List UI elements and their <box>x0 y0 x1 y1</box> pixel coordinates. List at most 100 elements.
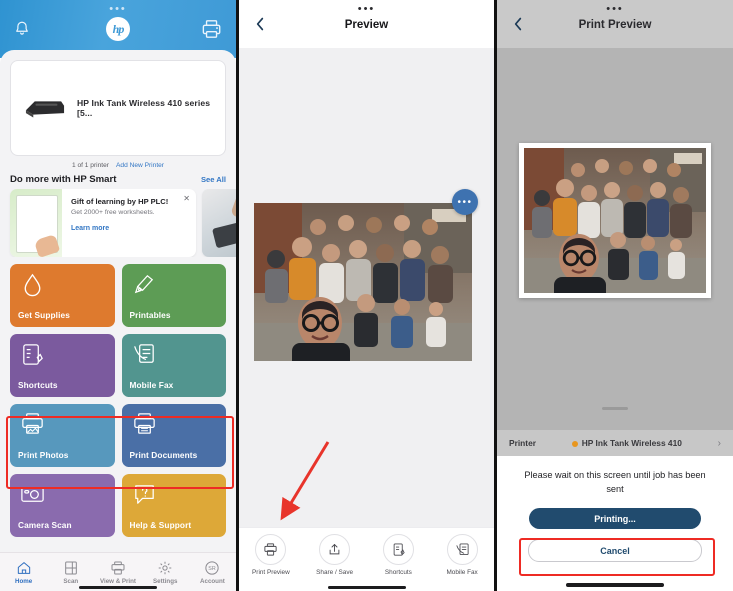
printer-icon[interactable] <box>201 19 223 39</box>
camera-icon <box>21 487 44 502</box>
tile-print-documents[interactable]: Print Documents <box>121 404 226 467</box>
print-doc-icon <box>133 413 155 434</box>
tile-label: Printables <box>129 310 171 320</box>
section-title: Do more with HP Smart <box>10 174 117 185</box>
chevron-right-icon[interactable]: › <box>718 438 721 449</box>
tile-label: Shortcuts <box>18 380 58 390</box>
panel-hp-smart-home: ••• hp HP Ink Tank Wireless 410 series [… <box>0 0 236 591</box>
tile-mobile-fax[interactable]: Mobile Fax <box>121 334 226 397</box>
tab-account[interactable]: SR Account <box>189 553 236 591</box>
three-panel-screenshot: ••• hp HP Ink Tank Wireless 410 series [… <box>0 0 733 591</box>
see-all-link[interactable]: See All <box>201 175 226 184</box>
tab-home[interactable]: Home <box>0 553 47 591</box>
feature-tiles: Get Supplies Printables Shortcuts Mobile… <box>0 257 236 537</box>
printer-name: HP Ink Tank Wireless 410 series [5... <box>77 98 211 118</box>
share-icon <box>319 534 351 565</box>
promo-carousel: Gift of learning by HP PLC! Get 2000+ fr… <box>0 189 236 257</box>
sheet-grabber[interactable] <box>602 407 628 410</box>
home-indicator <box>566 583 664 587</box>
toolbar-shortcuts[interactable]: Shortcuts <box>367 534 431 591</box>
print-photo-icon <box>22 413 43 434</box>
fax-icon <box>133 344 154 363</box>
printer-icon <box>111 561 125 574</box>
print-preview-nav-bar: ••• Print Preview <box>497 0 733 48</box>
hp-logo-text: hp <box>112 21 125 36</box>
question-icon <box>134 485 154 504</box>
home-indicator <box>79 585 157 589</box>
tile-camera-scan[interactable]: Camera Scan <box>10 474 115 537</box>
printing-sheet: Please wait on this screen until job has… <box>497 456 733 591</box>
promo-body: Gift of learning by HP PLC! Get 2000+ fr… <box>62 189 196 257</box>
printer-row-value: HP Ink Tank Wireless 410 <box>536 438 718 448</box>
preview-canvas: ••• <box>239 48 494 527</box>
toolbar-mobile-fax[interactable]: Mobile Fax <box>430 534 494 591</box>
toolbar-label: Mobile Fax <box>446 569 478 576</box>
promo-thumbnail <box>10 189 62 257</box>
tile-label: Help & Support <box>129 520 192 530</box>
home-content: HP Ink Tank Wireless 410 series [5... 1 … <box>0 50 236 591</box>
promo-learn-more-link[interactable]: Learn more <box>71 225 188 232</box>
printer-selector-row[interactable]: Printer HP Ink Tank Wireless 410 › <box>497 430 733 456</box>
droplet-icon <box>24 273 41 297</box>
status-dots: ••• <box>606 3 624 15</box>
more-options-button[interactable]: ••• <box>452 189 478 215</box>
preview-toolbar: Print Preview Share / Save Shortcuts Mob… <box>239 527 494 591</box>
tab-label: Account <box>200 577 225 585</box>
scan-icon <box>64 561 77 574</box>
status-dot <box>571 440 578 447</box>
promo-card[interactable]: Gift of learning by HP PLC! Get 2000+ fr… <box>10 189 196 257</box>
toolbar-label: Print Preview <box>252 569 290 576</box>
printer-row-label: Printer <box>509 438 536 448</box>
printing-button[interactable]: Printing... <box>529 508 701 529</box>
toolbar-label: Share / Save <box>316 569 354 576</box>
tile-label: Print Photos <box>18 450 69 460</box>
add-new-printer-link[interactable]: Add New Printer <box>116 162 164 169</box>
shortcuts-icon <box>382 534 414 565</box>
tile-printables[interactable]: Printables <box>121 264 226 327</box>
page-title: Preview <box>344 19 389 31</box>
shortcuts-icon <box>23 344 43 365</box>
status-dots: ••• <box>357 3 376 15</box>
printer-icon <box>255 534 287 565</box>
cancel-button[interactable]: Cancel <box>528 539 702 562</box>
close-icon[interactable]: ✕ <box>183 194 190 203</box>
tile-label: Camera Scan <box>18 520 72 530</box>
toolbar-print-preview[interactable]: Print Preview <box>239 534 303 591</box>
tile-print-photos[interactable]: Print Photos <box>10 404 115 467</box>
promo-subtitle: Get 2000+ free worksheets. <box>71 209 155 216</box>
do-more-section-header: Do more with HP Smart See All <box>0 169 236 189</box>
hp-logo: hp <box>106 17 130 41</box>
tile-shortcuts[interactable]: Shortcuts <box>10 334 115 397</box>
fax-icon <box>446 534 478 565</box>
group-photo <box>524 148 706 293</box>
status-dots: ••• <box>109 3 127 15</box>
tab-label: Scan <box>63 577 79 585</box>
avatar-icon: SR <box>205 560 220 575</box>
printer-illustration <box>25 101 65 118</box>
print-preview-page[interactable] <box>519 143 711 298</box>
tile-label: Print Documents <box>129 450 198 460</box>
panel-print-preview: ••• Print Preview Printer HP Ink Tank Wi… <box>497 0 733 591</box>
svg-text:SR: SR <box>209 566 217 572</box>
print-preview-photo <box>524 148 706 293</box>
bottom-tab-bar: Home Scan View & Print Settings SR Accou… <box>0 552 236 591</box>
toolbar-label: Shortcuts <box>384 569 412 576</box>
printer-count: 1 of 1 printer <box>71 162 109 169</box>
tile-get-supplies[interactable]: Get Supplies <box>10 264 115 327</box>
tab-label: Settings <box>153 577 178 585</box>
home-icon <box>17 561 30 574</box>
home-indicator <box>327 585 406 589</box>
tile-help-support[interactable]: Help & Support <box>121 474 226 537</box>
preview-photo[interactable] <box>254 203 472 361</box>
tile-label: Get Supplies <box>18 310 70 320</box>
wait-message: Please wait on this screen until job has… <box>524 470 706 494</box>
group-photo <box>254 203 472 361</box>
tile-label: Mobile Fax <box>129 380 174 390</box>
page-title: Print Preview <box>578 19 652 31</box>
promo-title: Gift of learning by HP PLC! <box>71 197 169 206</box>
printer-card[interactable]: HP Ink Tank Wireless 410 series [5... <box>10 60 226 156</box>
toolbar-share-save[interactable]: Share / Save <box>303 534 367 591</box>
panel-preview: ••• Preview ••• Print Preview Share / Sa… <box>236 0 497 591</box>
bell-icon[interactable] <box>13 20 31 38</box>
promo-card-next[interactable] <box>202 189 236 257</box>
